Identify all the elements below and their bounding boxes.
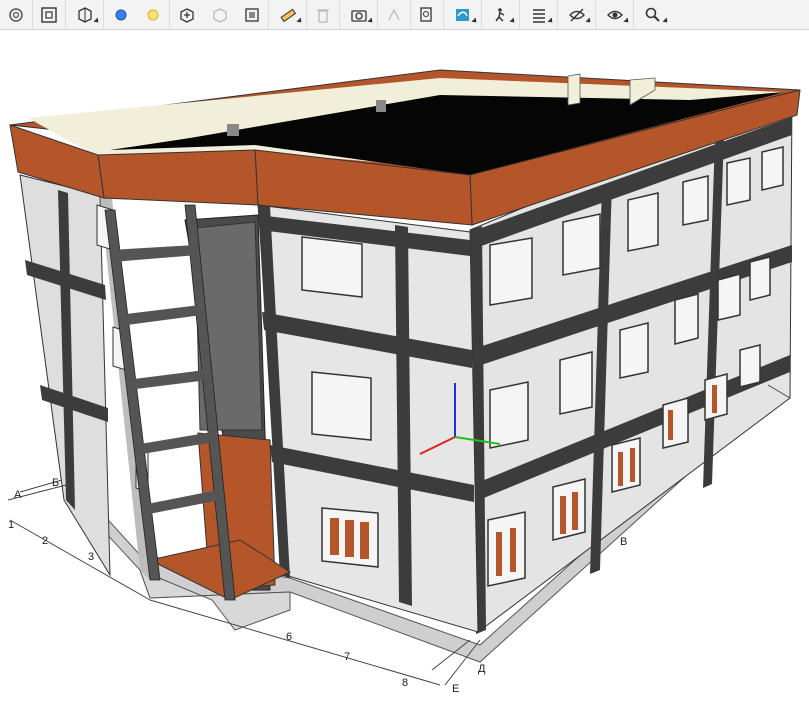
view-cube-icon — [77, 6, 92, 23]
axis-label-7: 7 — [344, 651, 350, 663]
axis-label-8: 8 — [402, 677, 408, 689]
blue-point-icon — [115, 9, 126, 20]
toolbar — [0, 0, 809, 30]
settings-button[interactable] — [0, 0, 33, 30]
axis-label-V: В — [620, 536, 627, 548]
add-model-button[interactable] — [170, 0, 203, 30]
hide-button[interactable] — [558, 0, 596, 30]
camera-button[interactable] — [340, 0, 378, 30]
section-icon — [212, 7, 227, 23]
explode-button — [378, 0, 411, 30]
section-box-icon — [245, 7, 259, 22]
delete-icon — [317, 8, 329, 23]
axis-label-6: 6 — [286, 631, 292, 643]
walk-mode-button[interactable] — [482, 0, 520, 30]
fit-view-icon — [41, 6, 57, 23]
show-button[interactable] — [596, 0, 634, 30]
view-cube-button[interactable] — [66, 0, 104, 30]
fit-view-button[interactable] — [33, 0, 66, 30]
hide-icon — [568, 8, 585, 21]
measure-ruler-button[interactable] — [269, 0, 307, 30]
camera-icon — [350, 9, 367, 22]
list-button[interactable] — [520, 0, 558, 30]
axis-label-3: 3 — [88, 551, 94, 563]
layers-button[interactable] — [444, 0, 482, 30]
section-box-button[interactable] — [236, 0, 269, 30]
measure-ruler-icon — [279, 8, 296, 22]
show-icon — [606, 10, 623, 19]
zoom-search-button[interactable] — [634, 0, 672, 30]
yellow-point-icon — [147, 9, 159, 20]
model-viewport[interactable]: 1 2 3 А Б 6 7 8 Д Е В — [0, 31, 809, 707]
section-button — [203, 0, 236, 30]
delete-button — [307, 0, 340, 30]
settings-icon — [9, 7, 23, 22]
axis-label-E: Е — [452, 683, 459, 695]
walk-mode-icon — [494, 7, 504, 22]
zoom-search-icon — [645, 7, 660, 22]
axis-label-1: 1 — [8, 519, 14, 531]
axis-label-2: 2 — [42, 535, 48, 547]
list-icon — [532, 8, 545, 23]
axis-label-B: Б — [52, 477, 59, 489]
yellow-point-button[interactable] — [137, 0, 170, 30]
layers-icon — [455, 8, 469, 21]
explode-icon — [388, 8, 400, 20]
export-report-icon — [420, 6, 432, 22]
add-model-icon — [179, 7, 194, 23]
axis-label-A: А — [14, 489, 22, 501]
export-report-button[interactable] — [411, 0, 444, 30]
axis-label-D: Д — [478, 663, 486, 675]
blue-point-button[interactable] — [104, 0, 137, 30]
